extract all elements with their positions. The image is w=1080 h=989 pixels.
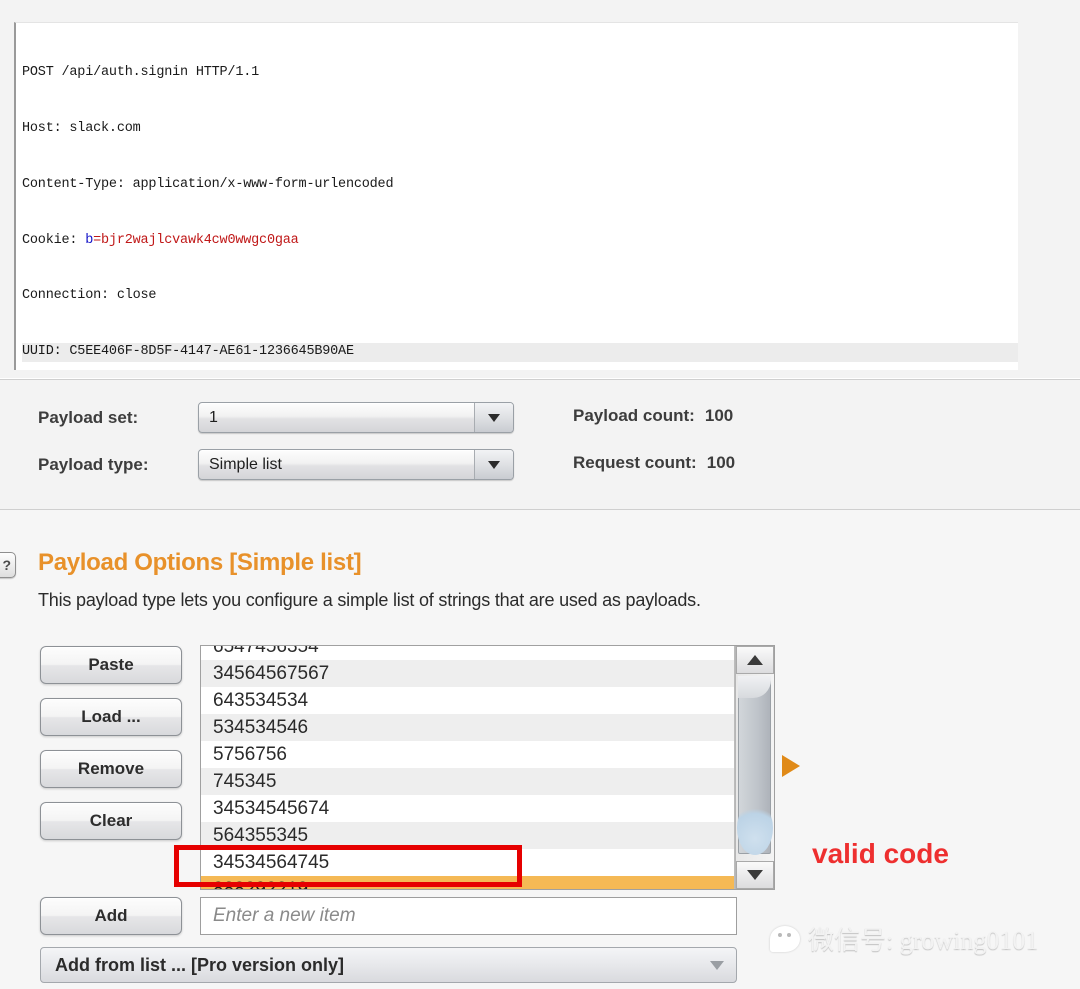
add-from-list-dropdown[interactable]: Add from list ... [Pro version only]	[40, 947, 737, 983]
payload-set-value: 1	[209, 408, 218, 426]
annotation-marker-icon	[782, 755, 800, 777]
page-title: Payload Options [Simple list]	[38, 549, 362, 576]
http-request-text[interactable]: POST /api/auth.signin HTTP/1.1 Host: sla…	[14, 22, 1018, 370]
list-item[interactable]: 534534546	[201, 714, 734, 741]
payload-options-description: This payload type lets you configure a s…	[38, 590, 701, 610]
annotation-valid-code-label: valid code	[812, 838, 949, 869]
list-scrollbar[interactable]	[735, 646, 774, 889]
request-count-row: Request count: 100	[573, 453, 735, 473]
remove-button[interactable]: Remove	[40, 750, 182, 788]
scroll-up-icon[interactable]	[736, 646, 774, 674]
list-item[interactable]: 34534545674	[201, 795, 734, 822]
request-count-label: Request count:	[573, 453, 697, 472]
payload-type-value: Simple list	[209, 455, 282, 473]
list-item[interactable]: 745345	[201, 768, 734, 795]
request-count-value: 100	[706, 453, 736, 472]
request-editor-panel: POST /api/auth.signin HTTP/1.1 Host: sla…	[0, 0, 1080, 378]
load-button[interactable]: Load ...	[40, 698, 182, 736]
payload-count-value: 100	[704, 406, 734, 425]
payload-set-dropdown[interactable]: 1	[198, 402, 514, 433]
list-item[interactable]: 6547456354	[201, 646, 734, 660]
paste-button[interactable]: Paste	[40, 646, 182, 684]
add-button[interactable]: Add	[40, 897, 182, 935]
payload-options-panel: ? Payload Options [Simple list] This pay…	[0, 509, 1080, 989]
add-from-list-value: Add from list ... [Pro version only]	[55, 954, 345, 975]
cookie-value: bjr2wajlcvawk4cw0wwgc0gaa	[101, 232, 299, 248]
annotation-red-box	[174, 845, 522, 887]
scrollbar-thumb[interactable]	[737, 676, 773, 855]
payload-set-label: Payload set:	[38, 407, 139, 427]
help-icon[interactable]: ?	[0, 552, 16, 578]
cookie-eq: =	[93, 232, 102, 248]
payload-type-row: Payload type: Simple list	[38, 449, 514, 480]
payload-type-label: Payload type:	[38, 454, 149, 474]
new-item-input[interactable]: Enter a new item	[200, 897, 737, 935]
watermark-text: 微信号: growing0101	[808, 926, 1039, 955]
request-line: Host: slack.com	[22, 120, 141, 136]
chevron-down-icon[interactable]	[474, 403, 513, 432]
list-item[interactable]: 5756756	[201, 741, 734, 768]
clear-button[interactable]: Clear	[40, 802, 182, 840]
request-line-uuid: UUID: C5EE406F-8D5F-4147-AE61-1236645B90…	[22, 343, 1018, 362]
payload-sets-panel: Payload set: 1 Payload type: Simple list…	[0, 379, 1080, 509]
request-line: Content-Type: application/x-www-form-url…	[22, 176, 394, 192]
request-line: POST /api/auth.signin HTTP/1.1	[22, 65, 260, 81]
request-line: Connection: close	[22, 288, 157, 304]
chevron-down-icon[interactable]	[698, 948, 736, 982]
cookie-name: b	[85, 232, 94, 248]
chevron-down-icon[interactable]	[474, 450, 513, 479]
watermark: 微信号: growing0101	[770, 920, 1038, 957]
payload-count-label: Payload count:	[573, 406, 695, 425]
list-item[interactable]: 643534534	[201, 687, 734, 714]
request-line-cookie: Cookie: b=bjr2wajlcvawk4cw0wwgc0gaa	[22, 232, 299, 248]
list-item[interactable]: 34564567567	[201, 660, 734, 687]
scroll-down-icon[interactable]	[736, 861, 774, 889]
payload-count-row: Payload count: 100	[573, 406, 733, 426]
payload-type-dropdown[interactable]: Simple list	[198, 449, 514, 480]
payload-set-row: Payload set: 1	[38, 402, 514, 433]
wechat-icon	[770, 925, 800, 952]
